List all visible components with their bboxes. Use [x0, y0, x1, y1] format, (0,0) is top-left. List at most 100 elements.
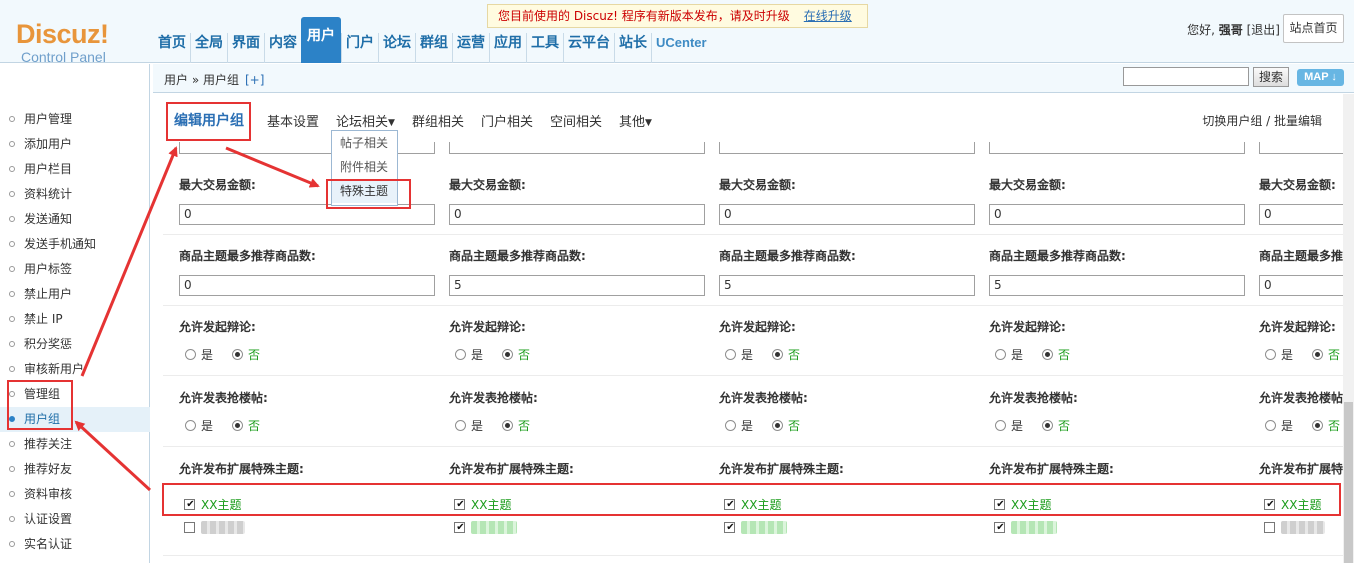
max-trade-input[interactable]: 0 [179, 204, 435, 225]
radio-no[interactable] [772, 420, 784, 431]
site-home-button[interactable]: 站点首页 [1283, 14, 1344, 43]
goods-recommend-input[interactable]: 0 [179, 275, 435, 296]
other-topic-checkbox[interactable] [184, 522, 195, 533]
nav-plugin[interactable]: 应用 [489, 33, 526, 63]
sidebar-item-recommend-friends[interactable]: 推荐好友 [0, 457, 150, 482]
nav-founder[interactable]: 站长 [614, 33, 651, 63]
text-input[interactable] [719, 142, 975, 154]
radio-no[interactable] [502, 349, 514, 360]
sidebar-item-credits[interactable]: 积分奖惩 [0, 332, 150, 357]
label-allow-debate: 允许发起辩论: [179, 320, 256, 334]
vertical-scrollbar[interactable] [1343, 94, 1354, 563]
search-input[interactable] [1123, 67, 1249, 86]
tab-edit-usergroup[interactable]: 编辑用户组 [174, 110, 244, 130]
nav-home[interactable]: 首页 [154, 33, 190, 63]
xx-topic-checkbox[interactable] [1264, 499, 1276, 510]
add-shortcut-button[interactable]: [+] [245, 73, 264, 87]
radio-yes[interactable] [455, 420, 466, 431]
nav-user[interactable]: 用户 [301, 17, 341, 63]
sidebar-item-user-groups[interactable]: 用户组 [0, 407, 150, 432]
main-content: 编辑用户组 基本设置 论坛相关▼ 群组相关 门户相关 空间相关 其他▼ 切换用户… [153, 94, 1343, 563]
nav-style[interactable]: 界面 [227, 33, 264, 63]
nav-content[interactable]: 内容 [264, 33, 301, 63]
radio-yes[interactable] [1265, 349, 1276, 360]
logo[interactable]: Discuz! Control Panel [16, 20, 126, 66]
sidebar-item-recommend-follow[interactable]: 推荐关注 [0, 432, 150, 457]
logout-link[interactable]: [退出] [1247, 23, 1280, 37]
nav-operation[interactable]: 运营 [452, 33, 489, 63]
radio-yes[interactable] [725, 349, 736, 360]
radio-no[interactable] [772, 349, 784, 360]
sidebar-item-user-fields[interactable]: 用户栏目 [0, 157, 150, 182]
radio-yes[interactable] [1265, 420, 1276, 431]
other-topic-checkbox[interactable] [994, 522, 1006, 533]
radio-no[interactable] [1042, 349, 1054, 360]
nav-ucenter[interactable]: UCenter [651, 33, 711, 63]
max-trade-input[interactable]: 0 [719, 204, 975, 225]
tab-other[interactable]: 其他▼ [619, 111, 652, 130]
max-trade-input[interactable]: 0 [989, 204, 1245, 225]
max-trade-input[interactable]: 0 [1259, 204, 1343, 225]
text-input[interactable] [449, 142, 705, 154]
nav-forum[interactable]: 论坛 [378, 33, 415, 63]
tab-forum[interactable]: 论坛相关▼ [336, 111, 395, 130]
other-topic-checkbox[interactable] [454, 522, 466, 533]
tab-group[interactable]: 群组相关 [412, 111, 464, 130]
nav-global[interactable]: 全局 [190, 33, 227, 63]
sidebar-item-profile-stats[interactable]: 资料统计 [0, 182, 150, 207]
nav-portal[interactable]: 门户 [341, 33, 378, 63]
upgrade-link[interactable]: 在线升级 [804, 9, 852, 23]
sidebar-item-verify-settings[interactable]: 认证设置 [0, 507, 150, 532]
tab-portal[interactable]: 门户相关 [481, 111, 533, 130]
other-topic-checkbox[interactable] [1264, 522, 1275, 533]
label-max-trade: 最大交易金额: [719, 178, 796, 192]
radio-yes[interactable] [725, 420, 736, 431]
sidebar-item-moderate-users[interactable]: 审核新用户 [0, 357, 150, 382]
radio-no[interactable] [1042, 420, 1054, 431]
xx-topic-checkbox[interactable] [724, 499, 736, 510]
goods-recommend-input[interactable]: 5 [719, 275, 975, 296]
sidebar-item-send-notice[interactable]: 发送通知 [0, 207, 150, 232]
radio-yes[interactable] [185, 349, 196, 360]
sidebar-item-admin-groups[interactable]: 管理组 [0, 382, 150, 407]
radio-no[interactable] [502, 420, 514, 431]
other-topic-checkbox[interactable] [724, 522, 736, 533]
nav-group[interactable]: 群组 [415, 33, 452, 63]
tab-basic[interactable]: 基本设置 [267, 111, 319, 130]
dropdown-item-special-topics[interactable]: 特殊主题 [332, 179, 397, 203]
map-button[interactable]: MAP ↓ [1297, 69, 1344, 86]
radio-yes[interactable] [185, 420, 196, 431]
sidebar-item-ban-ip[interactable]: 禁止 IP [0, 307, 150, 332]
search-button[interactable]: 搜索 [1253, 67, 1289, 87]
radio-yes[interactable] [995, 420, 1006, 431]
nav-tools[interactable]: 工具 [526, 33, 563, 63]
nav-cloud[interactable]: 云平台 [563, 33, 614, 63]
sidebar-item-add-user[interactable]: 添加用户 [0, 132, 150, 157]
sidebar-item-user-tags[interactable]: 用户标签 [0, 257, 150, 282]
xx-topic-checkbox[interactable] [184, 499, 196, 510]
radio-no[interactable] [232, 349, 244, 360]
radio-yes[interactable] [995, 349, 1006, 360]
xx-topic-checkbox[interactable] [994, 499, 1006, 510]
radio-no[interactable] [1312, 420, 1324, 431]
goods-recommend-input[interactable]: 5 [989, 275, 1245, 296]
text-input[interactable] [1259, 142, 1343, 154]
radio-yes[interactable] [455, 349, 466, 360]
sidebar-item-ban-user[interactable]: 禁止用户 [0, 282, 150, 307]
max-trade-input[interactable]: 0 [449, 204, 705, 225]
tab-space[interactable]: 空间相关 [550, 111, 602, 130]
sidebar-item-profile-review[interactable]: 资料审核 [0, 482, 150, 507]
dropdown-item-attachments[interactable]: 附件相关 [332, 155, 397, 179]
dropdown-item-posts[interactable]: 帖子相关 [332, 131, 397, 155]
goods-recommend-input[interactable]: 0 [1259, 275, 1343, 296]
text-input[interactable] [989, 142, 1245, 154]
radio-no[interactable] [1312, 349, 1324, 360]
xx-topic-checkbox[interactable] [454, 499, 466, 510]
scrollbar-thumb[interactable] [1344, 402, 1353, 563]
sidebar-item-send-sms[interactable]: 发送手机通知 [0, 232, 150, 257]
sidebar-item-realname[interactable]: 实名认证 [0, 532, 150, 557]
radio-no[interactable] [232, 420, 244, 431]
goods-recommend-input[interactable]: 5 [449, 275, 705, 296]
sidebar-item-user-manage[interactable]: 用户管理 [0, 107, 150, 132]
switch-group-link[interactable]: 切换用户组 / 批量编辑 [1202, 112, 1322, 129]
